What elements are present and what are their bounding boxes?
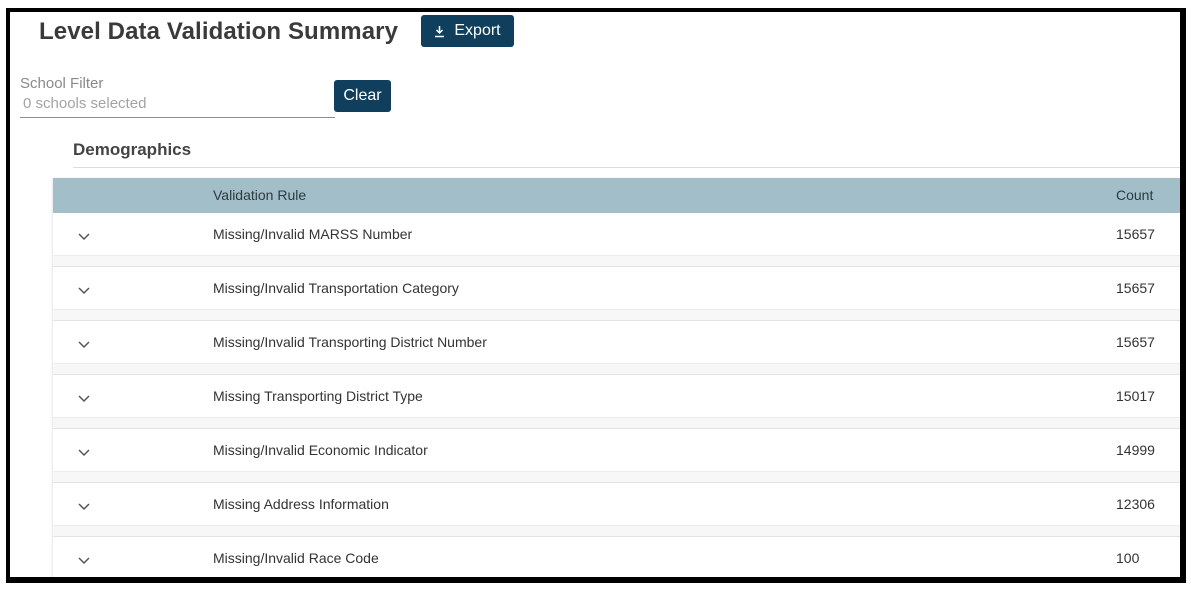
- validation-rule-cell: Missing/Invalid Transporting District Nu…: [213, 334, 487, 350]
- row-separator: [53, 309, 1180, 320]
- school-filter-label: School Filter: [20, 75, 104, 92]
- row-separator: [53, 471, 1180, 482]
- count-cell: 15657: [1116, 280, 1155, 296]
- column-header-count[interactable]: Count: [1116, 187, 1153, 203]
- count-cell: 15657: [1116, 334, 1155, 350]
- table-row[interactable]: Missing/Invalid Race Code 100: [53, 537, 1180, 583]
- count-cell: 14999: [1116, 442, 1155, 458]
- clear-button[interactable]: Clear: [334, 80, 391, 112]
- section-divider: [73, 167, 1180, 168]
- count-cell: 12306: [1116, 496, 1155, 512]
- validation-rule-cell: Missing Address Information: [213, 496, 389, 512]
- row-separator: [53, 579, 1180, 583]
- table-row[interactable]: Missing/Invalid Transportation Category 1…: [53, 267, 1180, 321]
- export-label: Export: [454, 22, 501, 39]
- row-separator: [53, 525, 1180, 536]
- chevron-down-icon[interactable]: [77, 552, 91, 565]
- row-separator: [53, 417, 1180, 428]
- count-cell: 15017: [1116, 388, 1155, 404]
- validation-table: Validation Rule Count Missing/Invalid MA…: [53, 178, 1180, 577]
- table-row[interactable]: Missing/Invalid MARSS Number 15657: [53, 213, 1180, 267]
- chevron-down-icon[interactable]: [77, 444, 91, 457]
- school-filter-input[interactable]: 0 schools selected: [23, 95, 146, 112]
- export-button[interactable]: Export: [421, 15, 514, 47]
- page-title: Level Data Validation Summary: [39, 18, 399, 45]
- table-row[interactable]: Missing/Invalid Economic Indicator 14999: [53, 429, 1180, 483]
- table-header: Validation Rule Count: [53, 178, 1180, 213]
- chevron-down-icon[interactable]: [77, 282, 91, 295]
- row-separator: [53, 363, 1180, 374]
- table-row[interactable]: Missing Address Information 12306: [53, 483, 1180, 537]
- chevron-down-icon[interactable]: [77, 498, 91, 511]
- validation-rule-cell: Missing/Invalid Transportation Category: [213, 280, 459, 296]
- app-frame: Level Data Validation Summary Export Sch…: [6, 8, 1186, 583]
- table-row[interactable]: Missing/Invalid Transporting District Nu…: [53, 321, 1180, 375]
- column-header-validation-rule[interactable]: Validation Rule: [213, 187, 306, 203]
- table-body: Missing/Invalid MARSS Number 15657 Missing…: [53, 213, 1180, 583]
- count-cell: 15657: [1116, 226, 1155, 242]
- section-title-demographics: Demographics: [73, 140, 192, 159]
- chevron-down-icon[interactable]: [77, 228, 91, 241]
- table-row[interactable]: Missing Transporting District Type 15017: [53, 375, 1180, 429]
- chevron-down-icon[interactable]: [77, 336, 91, 349]
- validation-rule-cell: Missing/Invalid MARSS Number: [213, 226, 413, 242]
- validation-rule-cell: Missing/Invalid Economic Indicator: [213, 442, 428, 458]
- school-filter-underline: [20, 117, 335, 118]
- download-icon: [434, 25, 445, 38]
- row-separator: [53, 255, 1180, 266]
- count-cell: 100: [1116, 550, 1140, 566]
- chevron-down-icon[interactable]: [77, 390, 91, 403]
- validation-rule-cell: Missing/Invalid Race Code: [213, 550, 379, 566]
- validation-rule-cell: Missing Transporting District Type: [213, 388, 423, 404]
